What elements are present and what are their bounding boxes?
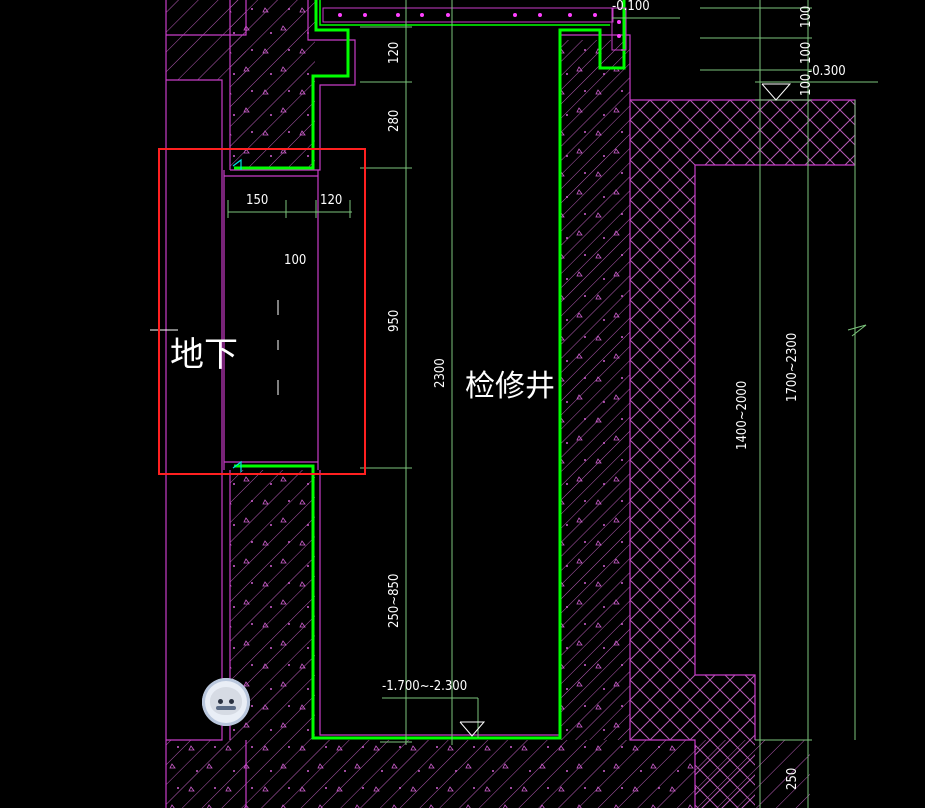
dim-150-label: 150 (246, 193, 268, 208)
avatar-mouth (216, 706, 236, 710)
dim-120-horizontal-label: 120 (320, 193, 342, 208)
height-total-label: 2300 (433, 358, 448, 388)
dim-100-b-label: 100 (799, 42, 814, 64)
avatar-eye-left (218, 699, 223, 704)
dim-1700-2300-label: 1700~2300 (785, 333, 800, 402)
dim-120-vertical-label: 120 (387, 42, 402, 64)
dim-100-center-label: 100 (284, 253, 306, 268)
dim-250-850-label: 250~850 (387, 574, 402, 628)
assistant-avatar-icon[interactable] (202, 678, 250, 726)
avatar-face (210, 687, 242, 715)
dim-250-bottom-label: 250 (785, 768, 800, 790)
room-label: 检修井 (465, 369, 555, 404)
dim-950-label: 950 (387, 310, 402, 332)
underground-label: 地下 (170, 335, 238, 375)
avatar-eye-right (229, 699, 234, 704)
level-top-label: -0.100 (612, 0, 650, 14)
dim-100-a-label: 100 (799, 6, 814, 28)
dim-100-c-label: 100 (799, 74, 814, 96)
dim-1400-2000-label: 1400~2000 (735, 381, 750, 450)
depth-range-label: -1.700~-2.300 (382, 679, 467, 694)
dim-280-label: 280 (387, 110, 402, 132)
cad-drawing-canvas: 检修井 地下 -1.700~-2.300 -0.100 -0.300 150 1… (150, 0, 878, 808)
